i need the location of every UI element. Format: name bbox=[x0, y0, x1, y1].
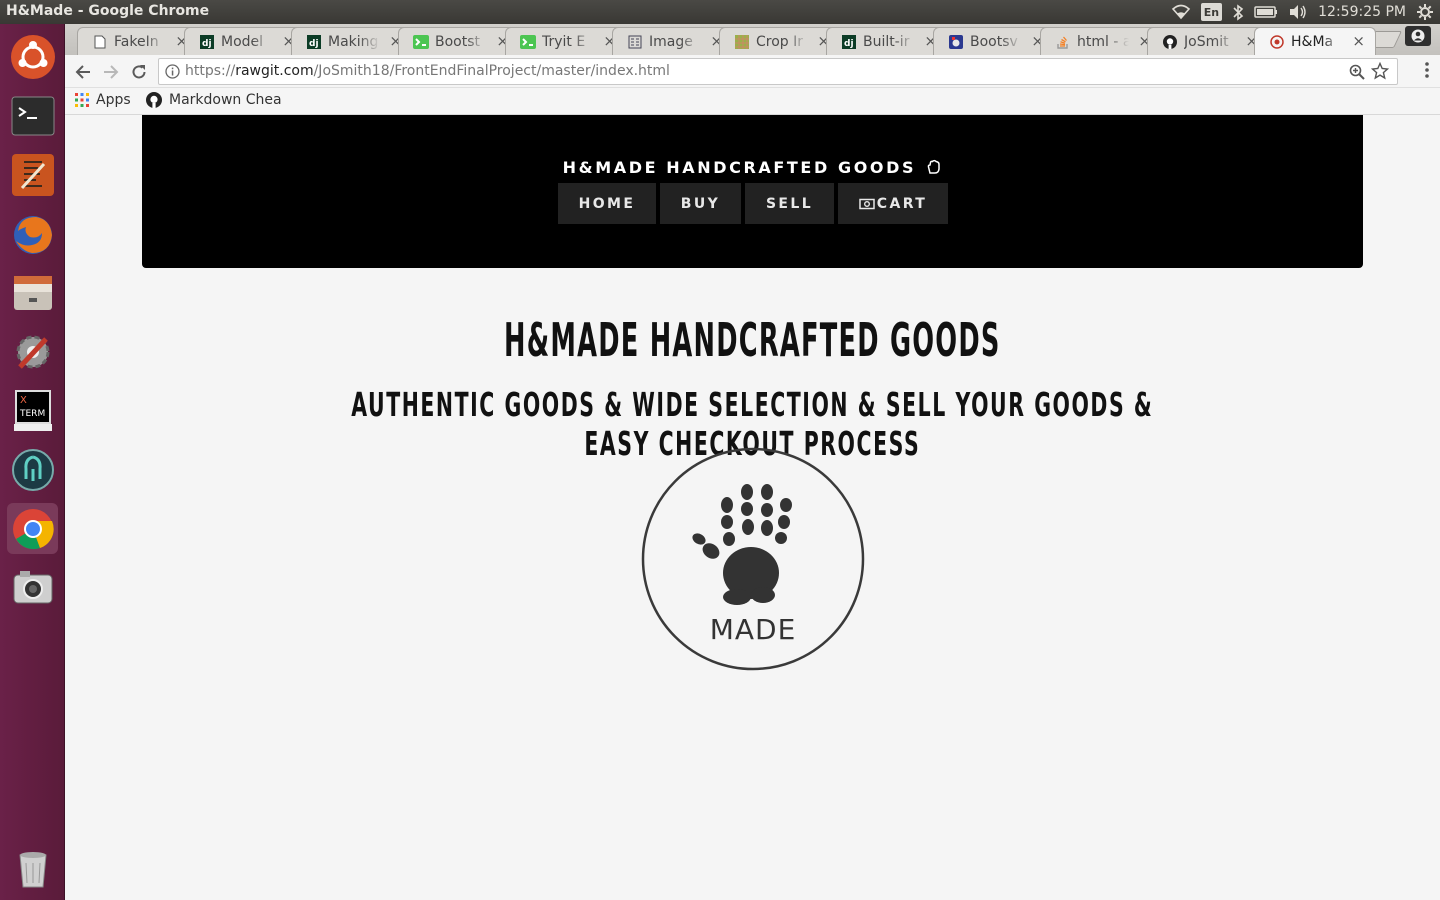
terminal-icon[interactable] bbox=[7, 90, 58, 141]
site-header: H&MADE HANDCRAFTED GOODS HOME BUY SELL C… bbox=[142, 115, 1363, 268]
screenshot-camera-icon[interactable] bbox=[7, 562, 58, 613]
django-icon: dj bbox=[841, 34, 857, 50]
tryit-icon bbox=[520, 34, 536, 50]
xterm-icon[interactable]: X TERM bbox=[7, 385, 58, 436]
back-arrow-icon[interactable] bbox=[71, 60, 95, 84]
text-editor-icon[interactable] bbox=[7, 149, 58, 200]
gitkraken-icon[interactable] bbox=[7, 444, 58, 495]
clock[interactable]: 12:59:25 PM bbox=[1318, 4, 1406, 20]
site-info-icon[interactable] bbox=[165, 64, 180, 83]
svg-text:dj: dj bbox=[309, 39, 319, 49]
battery-icon[interactable] bbox=[1254, 3, 1278, 21]
bookmark-apps[interactable]: Apps bbox=[75, 92, 131, 108]
settings-gear-icon[interactable] bbox=[1416, 3, 1434, 21]
page-icon bbox=[92, 34, 108, 50]
hmade-icon bbox=[1269, 34, 1285, 50]
tab-making[interactable]: dj Making × bbox=[291, 27, 413, 55]
chrome-window: FakeIn × dj Model × dj Making × Bootst ×… bbox=[65, 24, 1440, 900]
stackoverflow-icon bbox=[1055, 34, 1071, 50]
url-path: /JoSmith18/FrontEndFinalProject/master/i… bbox=[313, 63, 670, 79]
address-bar[interactable]: https://rawgit.com/JoSmith18/FrontEndFin… bbox=[158, 58, 1398, 85]
github-icon bbox=[1162, 34, 1178, 50]
bootsnipp-icon bbox=[948, 34, 964, 50]
url-text[interactable]: https://rawgit.com/JoSmith18/FrontEndFin… bbox=[185, 63, 670, 79]
svg-text:X: X bbox=[20, 395, 27, 406]
tab-github-josmith[interactable]: JoSmit × bbox=[1147, 27, 1269, 55]
top-panel: H&Made - Google Chrome En 12:59:25 PM bbox=[0, 0, 1440, 24]
logo-text: MADE bbox=[710, 613, 797, 646]
svg-text:TERM: TERM bbox=[19, 409, 45, 419]
tab-model[interactable]: dj Model × bbox=[184, 27, 306, 55]
bluetooth-icon[interactable] bbox=[1232, 3, 1244, 21]
nav-cart-label: CART bbox=[876, 195, 928, 212]
page-viewport: H&MADE HANDCRAFTED GOODS HOME BUY SELL C… bbox=[65, 115, 1440, 900]
tab-image[interactable]: Image × bbox=[612, 27, 734, 55]
volume-icon[interactable] bbox=[1288, 3, 1308, 21]
nav-cart-link[interactable]: CART bbox=[838, 183, 948, 224]
window-title: H&Made - Google Chrome bbox=[6, 3, 210, 19]
unity-launcher: X TERM bbox=[0, 24, 65, 900]
url-host: rawgit.com bbox=[235, 63, 314, 79]
url-scheme: https:// bbox=[185, 63, 236, 79]
github-icon bbox=[146, 92, 162, 108]
django-icon: dj bbox=[199, 34, 215, 50]
handprint-icon bbox=[692, 484, 792, 605]
chrome-menu-icon[interactable] bbox=[1424, 61, 1430, 83]
tab-builtin[interactable]: dj Built-ir × bbox=[826, 27, 948, 55]
tab-bootstrap[interactable]: Bootst × bbox=[398, 27, 520, 55]
brand-text: H&MADE HANDCRAFTED GOODS bbox=[562, 158, 917, 177]
tab-strip: FakeIn × dj Model × dj Making × Bootst ×… bbox=[65, 24, 1440, 55]
zoom-icon[interactable] bbox=[1349, 64, 1365, 84]
bookmark-markdown-cheatsheet[interactable]: Markdown Chea bbox=[146, 92, 282, 108]
svg-text:dj: dj bbox=[844, 39, 854, 49]
site-nav: HOME BUY SELL CART bbox=[558, 183, 948, 224]
hand-outline-icon bbox=[926, 159, 942, 179]
site-brand[interactable]: H&MADE HANDCRAFTED GOODS bbox=[142, 158, 1363, 179]
tryit-icon bbox=[413, 34, 429, 50]
apps-grid-icon bbox=[75, 93, 89, 107]
system-settings-icon[interactable] bbox=[7, 326, 58, 377]
bookmarks-bar: Apps Markdown Chea bbox=[65, 88, 1440, 115]
files-icon[interactable] bbox=[7, 267, 58, 318]
nav-home-link[interactable]: HOME bbox=[558, 183, 656, 224]
ubuntu-dash-icon[interactable] bbox=[7, 31, 58, 82]
wifi-icon[interactable] bbox=[1171, 3, 1191, 21]
tab-crop[interactable]: Crop Ir × bbox=[719, 27, 841, 55]
image-doc-icon bbox=[627, 34, 643, 50]
django-icon: dj bbox=[306, 34, 322, 50]
keyboard-layout-indicator[interactable]: En bbox=[1200, 3, 1223, 21]
tab-fakein[interactable]: FakeIn × bbox=[77, 27, 199, 55]
grid-icon bbox=[734, 34, 750, 50]
close-tab-icon[interactable]: × bbox=[1352, 32, 1365, 50]
money-icon bbox=[859, 198, 875, 210]
svg-text:dj: dj bbox=[202, 39, 212, 49]
tab-html-stackoverflow[interactable]: html - a × bbox=[1040, 27, 1162, 55]
hmade-logo: MADE bbox=[641, 447, 865, 671]
tab-tryit[interactable]: Tryit E × bbox=[505, 27, 627, 55]
tab-bootsnipp[interactable]: Bootsv × bbox=[933, 27, 1055, 55]
firefox-icon[interactable] bbox=[7, 208, 58, 259]
bookmark-label: Apps bbox=[96, 92, 131, 108]
system-tray: En 12:59:25 PM bbox=[1171, 0, 1434, 24]
bookmark-label: Markdown Chea bbox=[169, 92, 282, 108]
nav-buy-link[interactable]: BUY bbox=[660, 183, 741, 224]
forward-arrow-icon[interactable] bbox=[99, 60, 123, 84]
nav-sell-link[interactable]: SELL bbox=[745, 183, 834, 224]
profile-icon[interactable] bbox=[1405, 26, 1431, 46]
browser-toolbar: https://rawgit.com/JoSmith18/FrontEndFin… bbox=[65, 55, 1440, 88]
bookmark-star-icon[interactable] bbox=[1370, 61, 1390, 84]
reload-icon[interactable] bbox=[127, 60, 151, 84]
tab-hmade-active[interactable]: H&Ma × bbox=[1254, 27, 1376, 55]
page-heading: H&MADE HANDCRAFTED GOODS bbox=[504, 313, 1001, 367]
chrome-icon[interactable] bbox=[7, 503, 58, 554]
trash-icon[interactable] bbox=[7, 842, 58, 893]
